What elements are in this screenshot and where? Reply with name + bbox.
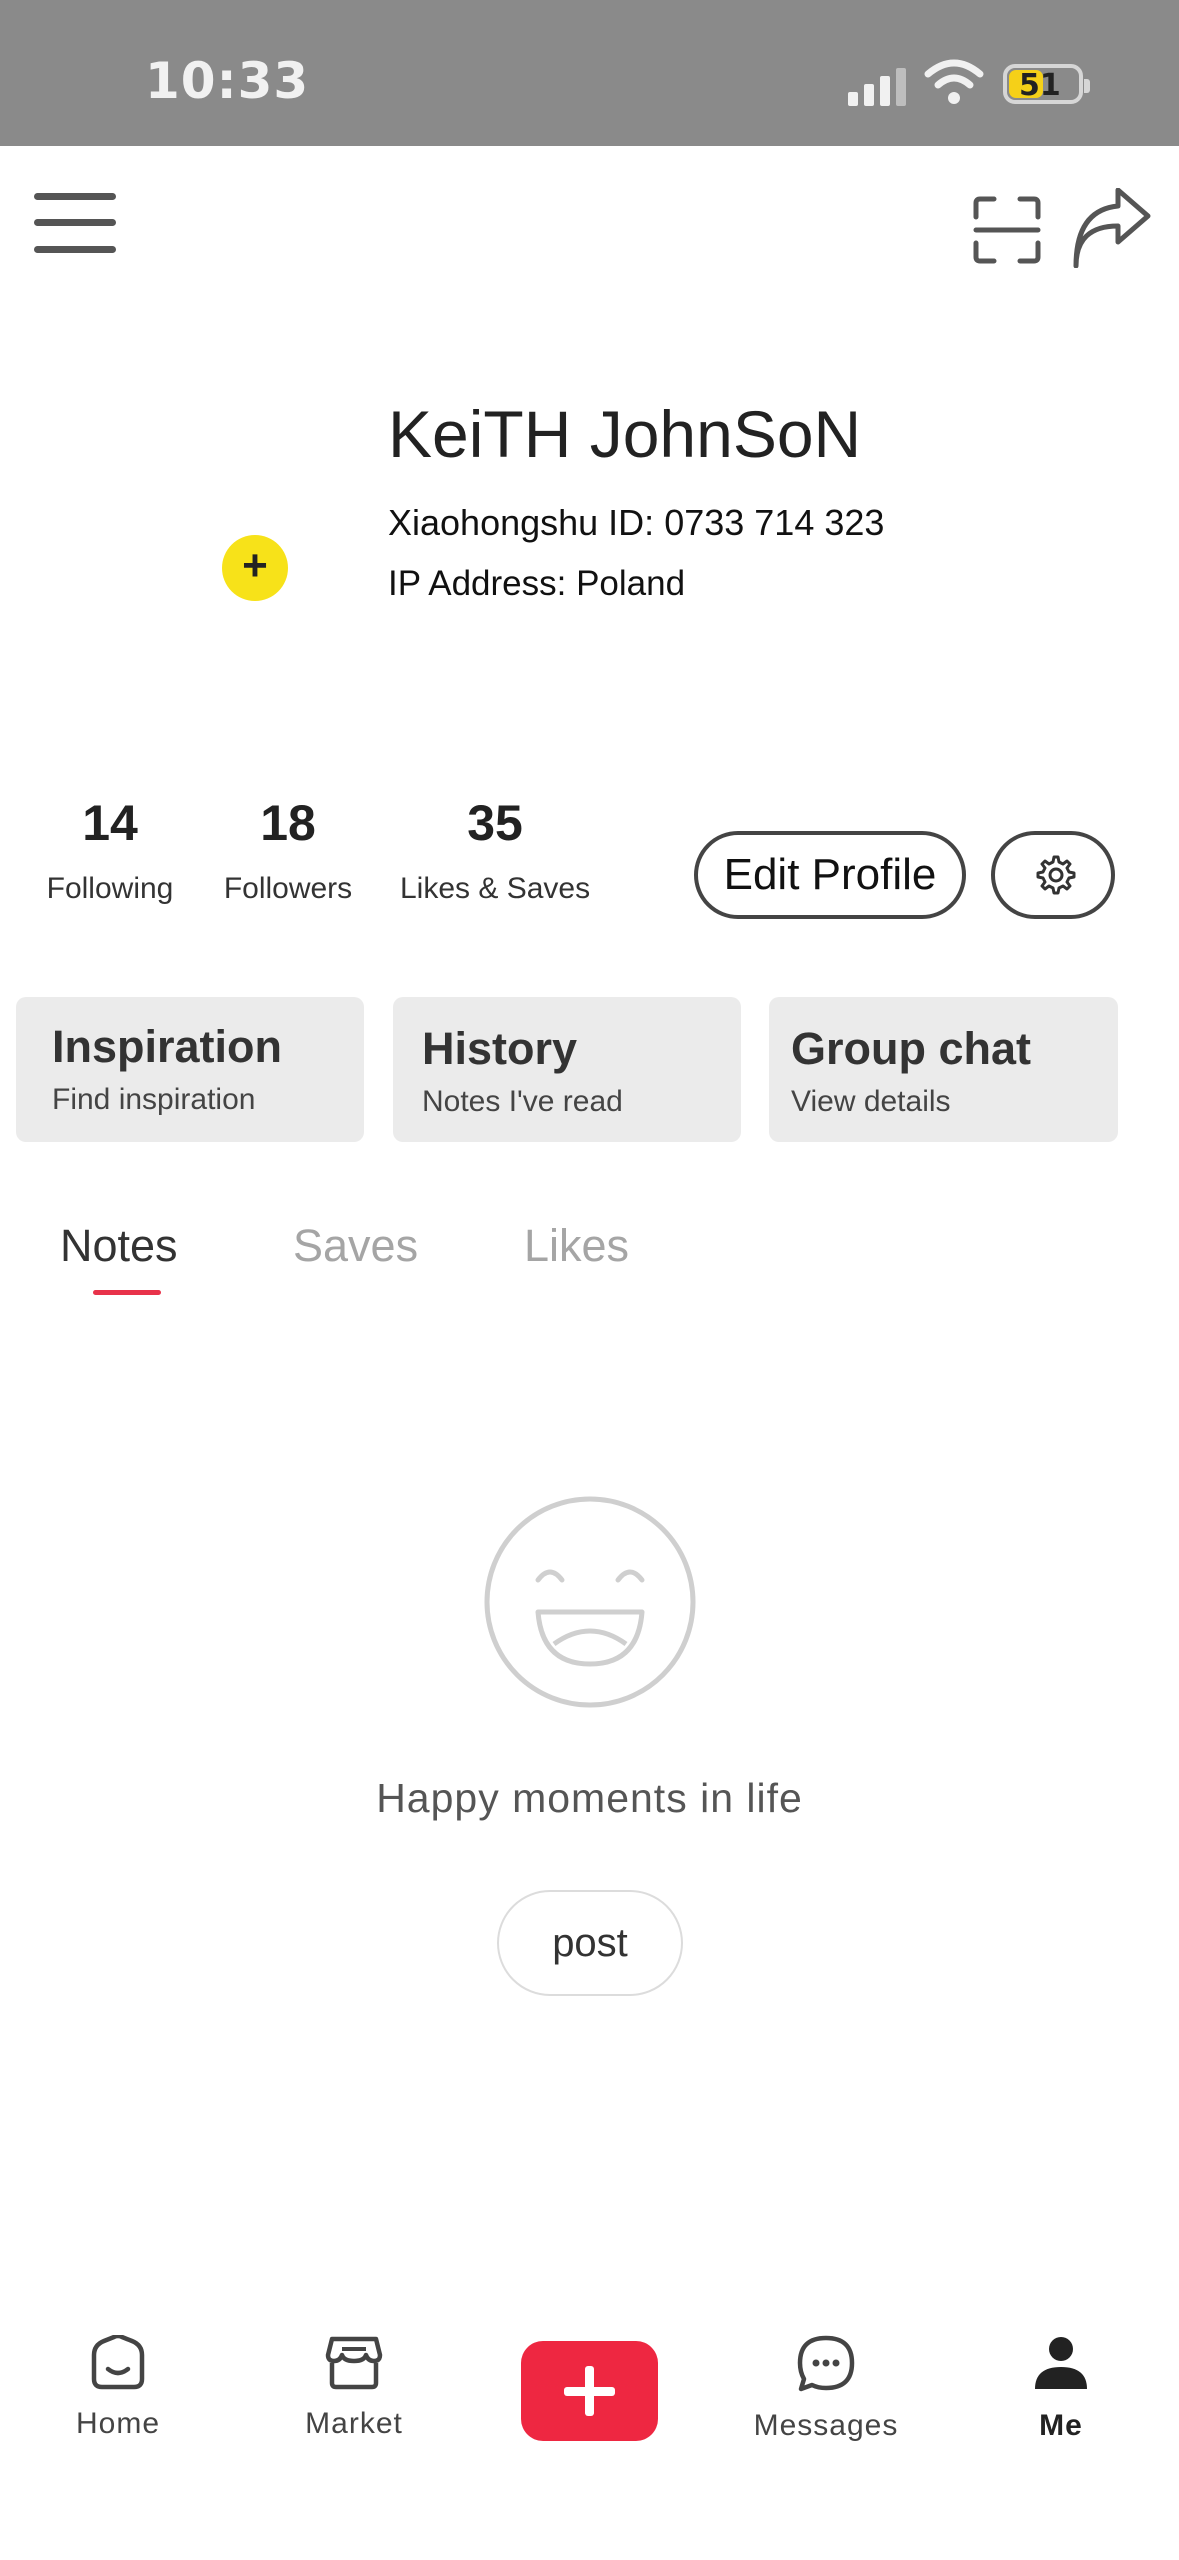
card-history-title: History (422, 1023, 578, 1074)
home-icon (91, 2335, 145, 2390)
create-post-button[interactable] (521, 2341, 658, 2441)
nav-me[interactable]: Me (1020, 2335, 1102, 2443)
tab-likes[interactable]: Likes (524, 1220, 629, 1272)
tab-saves[interactable]: Saves (293, 1220, 418, 1272)
battery-icon: 51 (1003, 64, 1090, 104)
settings-button[interactable] (991, 831, 1115, 919)
profile-ip-address: IP Address: Poland (388, 564, 686, 603)
post-button[interactable]: post (497, 1890, 683, 1996)
card-group-chat-subtitle: View details (791, 1085, 951, 1118)
menu-icon[interactable] (34, 193, 116, 253)
active-tab-indicator (93, 1290, 161, 1295)
market-icon (325, 2336, 383, 2390)
card-group-chat-title: Group chat (791, 1023, 1032, 1074)
card-history-subtitle: Notes I've read (422, 1085, 623, 1118)
card-inspiration[interactable]: Inspiration Find inspiration (16, 997, 364, 1142)
edit-profile-button[interactable]: Edit Profile (694, 831, 966, 919)
add-avatar-button[interactable]: + (222, 535, 288, 601)
nav-me-label: Me (1039, 2409, 1083, 2442)
likes-saves-label: Likes & Saves (400, 872, 591, 905)
smiley-icon (484, 1496, 696, 1708)
following-label: Following (46, 872, 174, 905)
card-history[interactable]: History Notes I've read (393, 997, 741, 1142)
likes-saves-count: 35 (467, 795, 523, 851)
share-icon[interactable] (1068, 188, 1152, 268)
followers-label: Followers (223, 872, 353, 905)
status-bar: 10:33 51 (0, 0, 1179, 146)
card-group-chat[interactable]: Group chat View details (769, 997, 1118, 1142)
scan-icon[interactable] (972, 195, 1042, 265)
card-inspiration-subtitle: Find inspiration (52, 1083, 256, 1116)
stat-following[interactable]: 14 Following (44, 794, 176, 906)
profile-name: KeiTH JohnSoN (388, 397, 862, 471)
following-count: 14 (82, 795, 138, 851)
nav-home-label: Home (75, 2407, 161, 2440)
status-time: 10:33 (145, 52, 310, 110)
nav-home[interactable]: Home (60, 2335, 176, 2441)
profile-id: Xiaohongshu ID: 0733 714 323 (388, 502, 885, 543)
tab-notes[interactable]: Notes (60, 1220, 178, 1272)
card-inspiration-title: Inspiration (52, 1021, 283, 1072)
stat-followers[interactable]: 18 Followers (220, 794, 356, 906)
person-icon (1035, 2337, 1087, 2389)
nav-messages[interactable]: Messages (746, 2335, 906, 2443)
chat-icon (797, 2335, 855, 2392)
signal-icon (848, 66, 908, 106)
nav-market-label: Market (305, 2407, 403, 2440)
wifi-icon (924, 59, 984, 104)
followers-count: 18 (260, 795, 316, 851)
gear-icon (1036, 855, 1076, 895)
stat-likes-saves[interactable]: 35 Likes & Saves (400, 794, 590, 906)
battery-percent: 51 (1019, 68, 1061, 103)
nav-market[interactable]: Market (292, 2335, 416, 2441)
nav-messages-label: Messages (753, 2409, 899, 2442)
empty-state-message: Happy moments in life (376, 1775, 803, 1821)
